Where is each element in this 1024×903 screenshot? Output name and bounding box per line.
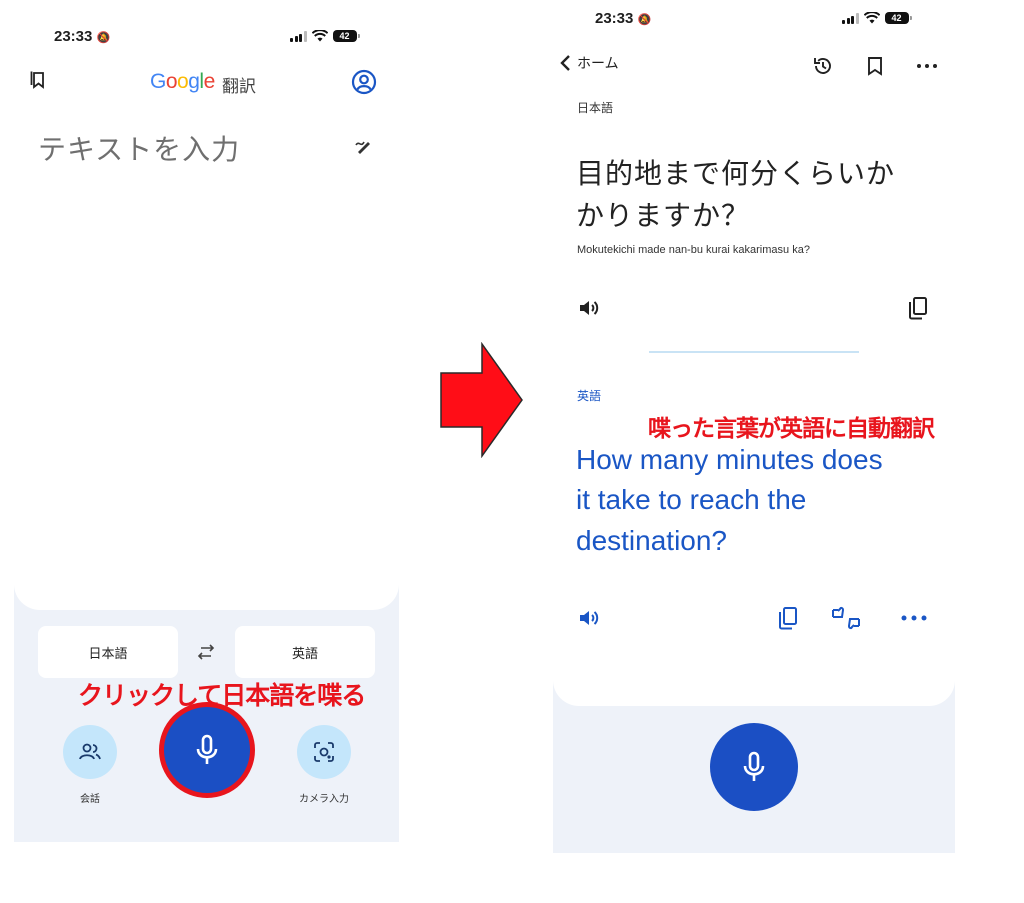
- silent-bell-icon: 🔕: [96, 32, 111, 44]
- mic-icon: [196, 734, 218, 764]
- source-text-line2: かりますか？: [576, 199, 751, 232]
- feedback-icon[interactable]: [829, 603, 863, 633]
- mic-icon: [743, 751, 765, 781]
- conversation-label: 会話: [80, 794, 100, 805]
- red-arrow-icon: [440, 342, 523, 458]
- result-card: 23:33 🔕 42 ホーム 日本語 目的地まで何分くらいか かりますか？ Mo…: [553, 0, 955, 706]
- target-language-label: 英語: [577, 389, 602, 403]
- account-icon[interactable]: [350, 68, 378, 96]
- conversation-button[interactable]: [63, 725, 117, 779]
- source-language-label: 日本語: [88, 646, 128, 662]
- history-icon[interactable]: [811, 54, 835, 78]
- signal-icon: [290, 30, 307, 42]
- lens-icon: [314, 742, 334, 762]
- source-language-button[interactable]: 日本語: [38, 626, 178, 678]
- translation-copy-icon[interactable]: [775, 604, 801, 632]
- section-divider: [649, 351, 859, 353]
- back-chevron-icon: [560, 55, 570, 71]
- status-icons: 42: [290, 30, 360, 42]
- battery-icon: 42: [884, 12, 912, 24]
- status-time: 23:33 🔕: [595, 10, 652, 27]
- swap-icon[interactable]: [194, 640, 218, 664]
- copy-icon[interactable]: [905, 294, 931, 322]
- target-language-label: 英語: [291, 646, 318, 662]
- silent-bell-icon: 🔕: [637, 14, 652, 26]
- bookmark-outline-icon[interactable]: [863, 54, 887, 78]
- text-input[interactable]: テキストを入力: [38, 128, 240, 168]
- annotation-right: 喋った言葉が英語に自動翻訳: [648, 416, 935, 442]
- romanization: Mokutekichi made nan-bu kurai kakarimasu…: [577, 244, 810, 256]
- people-icon: [79, 743, 101, 760]
- translation-line3: destination?: [576, 525, 728, 556]
- speaker-icon[interactable]: [577, 295, 603, 321]
- mic-button[interactable]: [710, 723, 798, 811]
- handwriting-icon[interactable]: [353, 135, 375, 157]
- input-card: 23:33 🔕 42 Google 翻訳 テキストを入力: [14, 0, 399, 610]
- target-language-button[interactable]: 英語: [235, 626, 375, 678]
- more-icon[interactable]: [913, 54, 941, 78]
- battery-icon: 42: [332, 30, 360, 42]
- status-icons: 42: [842, 12, 912, 24]
- back-button[interactable]: ホーム: [559, 53, 619, 73]
- signal-icon: [842, 12, 859, 24]
- saved-bookmark-icon[interactable]: [28, 68, 50, 92]
- mic-button[interactable]: [159, 702, 255, 798]
- translation-speaker-icon[interactable]: [577, 605, 603, 631]
- source-language-label: 日本語: [577, 101, 614, 115]
- status-time: 23:33 🔕: [54, 28, 111, 45]
- back-label: ホーム: [577, 56, 619, 72]
- wifi-icon: [863, 12, 880, 24]
- app-title: 翻訳: [222, 77, 256, 97]
- camera-input-label: カメラ入力: [299, 794, 349, 805]
- left-phone-screen: 23:33 🔕 42 Google 翻訳 テキストを入力 日本語 英語 クリック: [14, 0, 399, 842]
- translation-line1: How many minutes does: [576, 444, 883, 475]
- camera-input-button[interactable]: [297, 725, 351, 779]
- translation-more-icon[interactable]: [899, 608, 929, 628]
- google-logo: Google: [150, 70, 215, 93]
- wifi-icon: [311, 30, 328, 42]
- translation-line2: it take to reach the: [576, 484, 807, 515]
- source-text-line1: 目的地まで何分くらいか: [576, 157, 896, 190]
